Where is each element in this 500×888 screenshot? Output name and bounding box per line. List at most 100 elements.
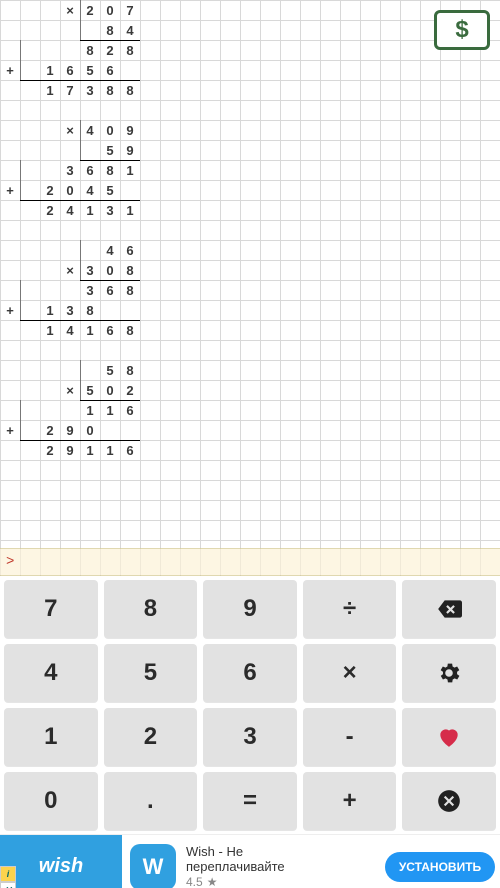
- grid-cell: 1: [100, 400, 120, 420]
- column-divider: [20, 400, 21, 420]
- grid-cell: 5: [100, 140, 120, 160]
- grid-cell: 2: [120, 380, 140, 400]
- grid-cell: 3: [80, 80, 100, 100]
- ad-close-icon[interactable]: ✕: [0, 882, 16, 888]
- column-divider: [20, 280, 21, 300]
- result-line: [20, 200, 140, 201]
- key-5[interactable]: 5: [104, 644, 198, 702]
- close-icon: [436, 788, 462, 814]
- key-settings[interactable]: [402, 644, 496, 702]
- key-6[interactable]: 6: [203, 644, 297, 702]
- grid-cell: 0: [80, 420, 100, 440]
- result-line: [80, 400, 140, 401]
- math-grid-area[interactable]: $ ×20784828+165617388×409593681+20452413…: [0, 0, 500, 548]
- multiplication-problem: ×409593681+204524131: [0, 120, 160, 220]
- multiplication-problem: 46×308368+13814168: [0, 240, 160, 340]
- key-equals[interactable]: =: [203, 772, 297, 830]
- key-minus[interactable]: -: [303, 708, 397, 766]
- ad-cta-wrap: УСТАНОВИТЬ: [380, 835, 500, 888]
- multiplication-problem: 58×502116+29029116: [0, 360, 160, 460]
- column-divider: [20, 40, 21, 60]
- keypad: 7 8 9 ÷ 4 5 6 × 1 2 3 - 0 . = +: [0, 576, 500, 834]
- key-1[interactable]: 1: [4, 708, 98, 766]
- grid-cell: 6: [80, 160, 100, 180]
- key-0[interactable]: 0: [4, 772, 98, 830]
- multiplication-problem: ×20784828+165617388: [0, 0, 160, 100]
- grid-cell: 8: [120, 260, 140, 280]
- column-divider: [80, 360, 81, 380]
- grid-cell: +: [0, 420, 20, 440]
- grid-cell: ×: [60, 120, 80, 140]
- grid-cell: 2: [40, 200, 60, 220]
- grid-cell: 6: [120, 240, 140, 260]
- heart-icon: [436, 724, 462, 750]
- grid-cell: 9: [60, 440, 80, 460]
- grid-cell: 1: [40, 60, 60, 80]
- key-clear[interactable]: [402, 772, 496, 830]
- grid-cell: 7: [60, 80, 80, 100]
- adchoices-badge[interactable]: i ✕: [0, 866, 16, 888]
- grid-cell: 9: [120, 120, 140, 140]
- ad-title-line2: переплачивайте: [186, 859, 285, 875]
- grid-cell: 5: [100, 180, 120, 200]
- grid-cell: 8: [100, 160, 120, 180]
- input-grid-overlay: [0, 548, 500, 576]
- key-2[interactable]: 2: [104, 708, 198, 766]
- grid-cell: 6: [100, 280, 120, 300]
- key-multiply[interactable]: ×: [303, 644, 397, 702]
- grid-cell: 6: [100, 320, 120, 340]
- grid-cell: 2: [40, 180, 60, 200]
- grid-cell: 5: [80, 380, 100, 400]
- grid-cell: 1: [40, 300, 60, 320]
- key-plus[interactable]: +: [303, 772, 397, 830]
- adchoices-icon: i: [0, 866, 16, 882]
- grid-cell: 1: [80, 200, 100, 220]
- key-3[interactable]: 3: [203, 708, 297, 766]
- expression-input-bar[interactable]: >: [0, 548, 500, 576]
- grid-cell: 6: [120, 440, 140, 460]
- ad-content: W Wish - Не переплачивайте 4.5 ★: [122, 835, 380, 888]
- result-line: [20, 320, 140, 321]
- grid-cell: 3: [80, 260, 100, 280]
- column-divider: [80, 20, 81, 40]
- grid-cell: 8: [100, 80, 120, 100]
- dollar-icon: $: [455, 16, 468, 44]
- grid-cell: 0: [100, 260, 120, 280]
- column-divider: [80, 140, 81, 160]
- key-decimal[interactable]: .: [104, 772, 198, 830]
- grid-cell: 8: [80, 300, 100, 320]
- currency-button[interactable]: $: [434, 10, 490, 50]
- grid-cell: 1: [40, 320, 60, 340]
- grid-cell: ×: [60, 380, 80, 400]
- result-line: [80, 280, 140, 281]
- grid-cell: 5: [80, 60, 100, 80]
- grid-cell: 0: [100, 380, 120, 400]
- ad-brand-panel: wish i ✕: [0, 835, 122, 888]
- key-7[interactable]: 7: [4, 580, 98, 638]
- key-9[interactable]: 9: [203, 580, 297, 638]
- grid-cell: 1: [120, 200, 140, 220]
- key-backspace[interactable]: [402, 580, 496, 638]
- grid-cell: 1: [100, 440, 120, 460]
- column-divider: [20, 180, 21, 200]
- result-line: [80, 160, 140, 161]
- key-4[interactable]: 4: [4, 644, 98, 702]
- grid-cell: 1: [80, 440, 100, 460]
- key-favorite[interactable]: [402, 708, 496, 766]
- grid-cell: 4: [100, 240, 120, 260]
- column-divider: [20, 420, 21, 440]
- grid-cell: 8: [120, 320, 140, 340]
- ad-banner[interactable]: wish i ✕ W Wish - Не переплачивайте 4.5 …: [0, 834, 500, 888]
- grid-cell: 3: [80, 280, 100, 300]
- grid-cell: 4: [120, 20, 140, 40]
- ad-install-button[interactable]: УСТАНОВИТЬ: [385, 852, 495, 882]
- grid-cell: 8: [120, 80, 140, 100]
- ad-rating: 4.5: [186, 875, 203, 888]
- key-divide[interactable]: ÷: [303, 580, 397, 638]
- grid-cell: 9: [120, 140, 140, 160]
- key-8[interactable]: 8: [104, 580, 198, 638]
- grid-cell: 3: [100, 200, 120, 220]
- column-divider: [20, 160, 21, 180]
- grid-cell: +: [0, 300, 20, 320]
- grid-cell: 2: [100, 40, 120, 60]
